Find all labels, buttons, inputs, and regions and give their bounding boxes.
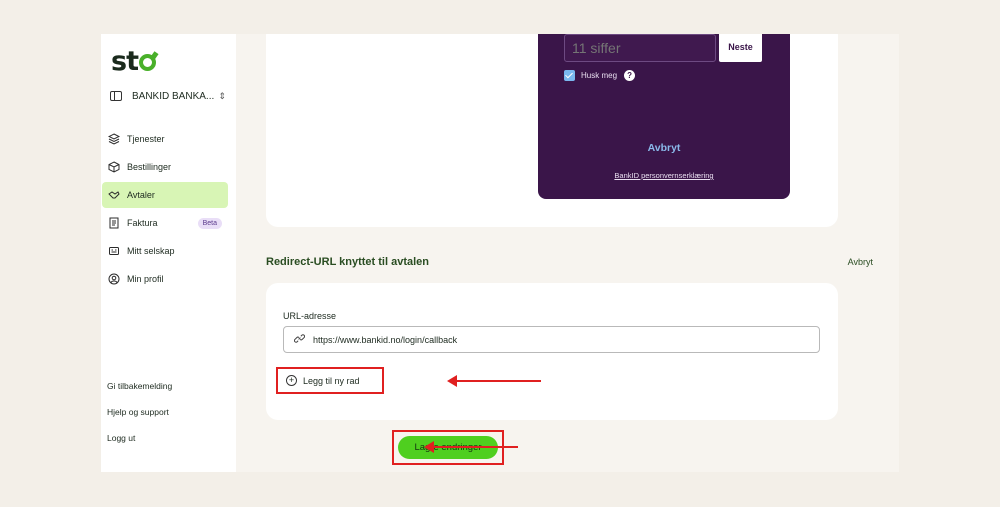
- bankid-login-preview: Neste Husk meg ? Avbryt BankID personver…: [538, 34, 790, 199]
- sidebar-item-label: Mitt selskap: [127, 246, 175, 256]
- chevron-updown-icon: ⇕: [218, 90, 226, 101]
- sidebar-item-bestillinger[interactable]: Bestillinger: [102, 154, 228, 180]
- user-icon: [108, 273, 120, 285]
- logout-link[interactable]: Logg ut: [107, 432, 172, 458]
- beta-badge: Beta: [197, 217, 222, 229]
- sidebar: st BANKID BANKA... ⇕ Tjenester Bestillin…: [101, 34, 236, 472]
- remember-me-checkbox[interactable]: [564, 70, 575, 81]
- app-window: st BANKID BANKA... ⇕ Tjenester Bestillin…: [101, 34, 899, 472]
- annotation-arrow-add-row: [447, 375, 541, 387]
- sidebar-item-tjenester[interactable]: Tjenester: [102, 126, 228, 152]
- logo-o-mark: [138, 54, 156, 71]
- redirect-url-card: URL-adresse https://www.bankid.no/login/…: [266, 283, 838, 420]
- company-icon: [108, 245, 120, 257]
- plus-circle-icon: +: [286, 375, 297, 386]
- url-input[interactable]: https://www.bankid.no/login/callback: [283, 326, 820, 353]
- sidebar-item-faktura[interactable]: Faktura Beta: [102, 210, 228, 236]
- layers-icon: [108, 133, 120, 145]
- sidebar-item-label: Faktura: [127, 218, 158, 228]
- url-field-label: URL-adresse: [283, 311, 337, 321]
- redirect-section-title: Redirect-URL knyttet til avtalen: [266, 256, 430, 268]
- sidebar-nav: Tjenester Bestillinger Avtaler Faktura B…: [101, 126, 236, 294]
- sidebar-item-avtaler[interactable]: Avtaler: [102, 182, 228, 208]
- bankid-privacy-link[interactable]: BankID personvernserklæring: [538, 171, 790, 180]
- sidebar-item-label: Tjenester: [127, 134, 165, 144]
- sidebar-item-label: Bestillinger: [127, 162, 172, 172]
- sidebar-item-min-profil[interactable]: Min profil: [102, 266, 228, 292]
- sidebar-item-label: Avtaler: [127, 190, 155, 200]
- help-icon[interactable]: ?: [624, 70, 636, 81]
- org-switcher[interactable]: BANKID BANKA... ⇕: [110, 87, 226, 105]
- next-button[interactable]: Neste: [719, 34, 762, 62]
- bankid-cancel-link[interactable]: Avbryt: [538, 142, 790, 154]
- sidebar-item-label: Min profil: [127, 274, 164, 284]
- sidebar-footer-links: Gi tilbakemelding Hjelp og support Logg …: [107, 380, 172, 458]
- handshake-icon: [108, 189, 120, 201]
- remember-me: Husk meg ?: [564, 70, 636, 81]
- ssn-input[interactable]: [564, 34, 716, 62]
- help-support-link[interactable]: Hjelp og support: [107, 406, 172, 432]
- logo: st: [111, 46, 156, 77]
- sidebar-toggle-icon[interactable]: [110, 91, 122, 101]
- org-name: BANKID BANKA...: [132, 90, 215, 102]
- package-icon: [108, 161, 120, 173]
- remember-me-label: Husk meg: [581, 71, 618, 80]
- invoice-icon: [108, 217, 120, 229]
- feedback-link[interactable]: Gi tilbakemelding: [107, 380, 172, 406]
- sidebar-item-mitt-selskap[interactable]: Mitt selskap: [102, 238, 228, 264]
- main-content: Neste Husk meg ? Avbryt BankID personver…: [236, 34, 899, 472]
- add-row-label: Legg til ny rad: [303, 375, 360, 386]
- add-row-button[interactable]: + Legg til ny rad: [276, 367, 384, 394]
- annotation-arrow-save: [424, 441, 518, 453]
- link-icon: [293, 333, 306, 347]
- redirect-cancel-link[interactable]: Avbryt: [848, 257, 873, 267]
- url-input-value: https://www.bankid.no/login/callback: [313, 334, 458, 345]
